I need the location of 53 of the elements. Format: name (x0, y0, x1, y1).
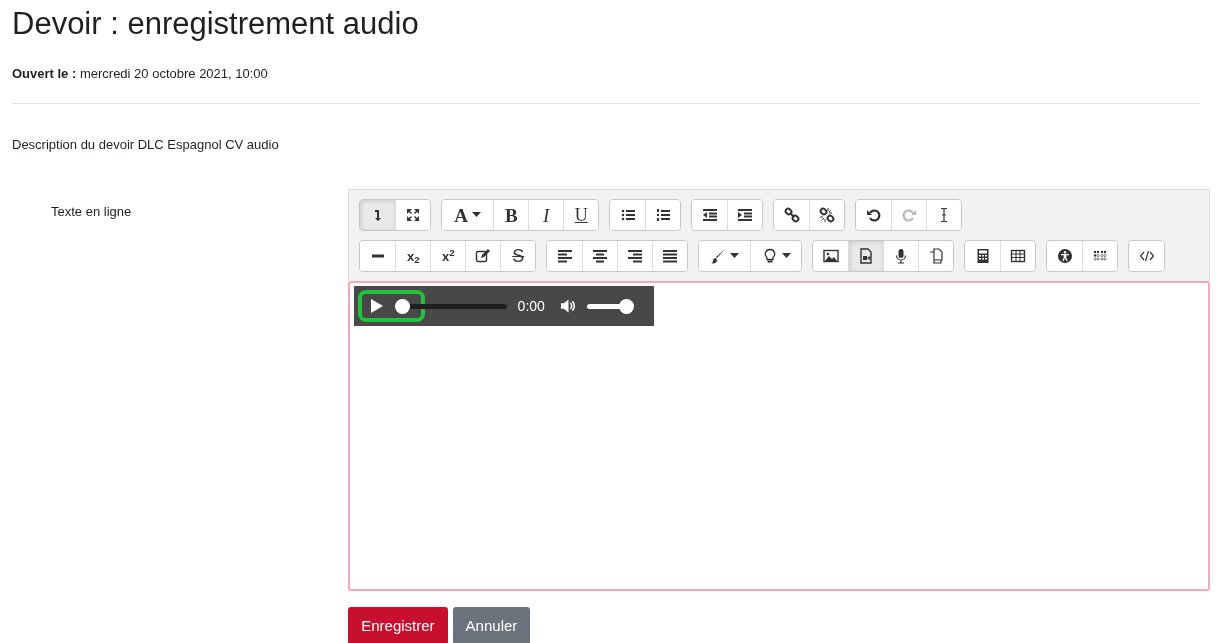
align-center-icon (592, 248, 609, 264)
paintbrush-icon (710, 248, 727, 264)
opened-date: Ouvert le : mercredi 20 octobre 2021, 10:00 (12, 65, 268, 83)
align-left-icon (556, 248, 573, 264)
video-file-icon (858, 248, 875, 264)
time-display: 0:00 (517, 296, 545, 316)
text-cursor-button[interactable] (926, 200, 962, 230)
outdent-icon (701, 207, 718, 223)
expand-button[interactable] (395, 200, 431, 230)
indent-icon (737, 207, 754, 223)
justify-icon (662, 248, 679, 264)
lightbulb-button[interactable] (750, 241, 802, 271)
progress-slider[interactable] (395, 298, 507, 314)
save-button[interactable]: Enregistrer (348, 607, 448, 643)
caret-icon (472, 212, 482, 218)
page-title: Devoir : enregistrement audio (12, 5, 420, 43)
field-label: Texte en ligne (51, 204, 132, 219)
accessibility-icon (1056, 248, 1073, 264)
play-button[interactable] (370, 298, 385, 314)
braille-icon (1092, 248, 1109, 264)
volume-icon[interactable] (559, 298, 575, 314)
align-right-icon (627, 248, 644, 264)
expand-icon (405, 207, 422, 223)
audio-player[interactable]: 0:00 (354, 286, 655, 326)
strikethrough-button[interactable]: S (500, 241, 536, 271)
progress-thumb[interactable] (395, 298, 411, 314)
justify-button[interactable] (652, 241, 688, 271)
edit-icon (475, 248, 492, 264)
broken-link-icon (819, 207, 836, 223)
caret-icon (730, 253, 740, 259)
code-button[interactable] (1129, 241, 1165, 271)
undo-icon (865, 207, 882, 223)
play-icon (370, 299, 384, 313)
image-icon (822, 248, 839, 264)
bulleted-list-icon (619, 207, 636, 223)
underline-button[interactable]: U (563, 200, 599, 230)
caret-icon (781, 253, 791, 259)
broken-link-button[interactable] (809, 200, 845, 230)
volume-thumb[interactable] (619, 298, 635, 314)
volume-track[interactable] (587, 298, 635, 314)
numbered-list-button[interactable] (645, 200, 681, 230)
table-button[interactable] (1000, 241, 1036, 271)
cancel-button[interactable]: Annuler (452, 607, 531, 643)
code-icon (1138, 248, 1155, 264)
editor-area[interactable]: 0:00 (348, 281, 1210, 591)
numbered-list-icon (655, 207, 672, 223)
video-file-button[interactable] (848, 241, 884, 271)
description: Description du devoir DLC Espagnol CV audio (12, 136, 279, 154)
table-icon (1010, 248, 1027, 264)
redo-icon (901, 207, 918, 223)
indent-button[interactable] (727, 200, 763, 230)
collapse-button[interactable] (360, 200, 396, 230)
link-icon (783, 207, 800, 223)
